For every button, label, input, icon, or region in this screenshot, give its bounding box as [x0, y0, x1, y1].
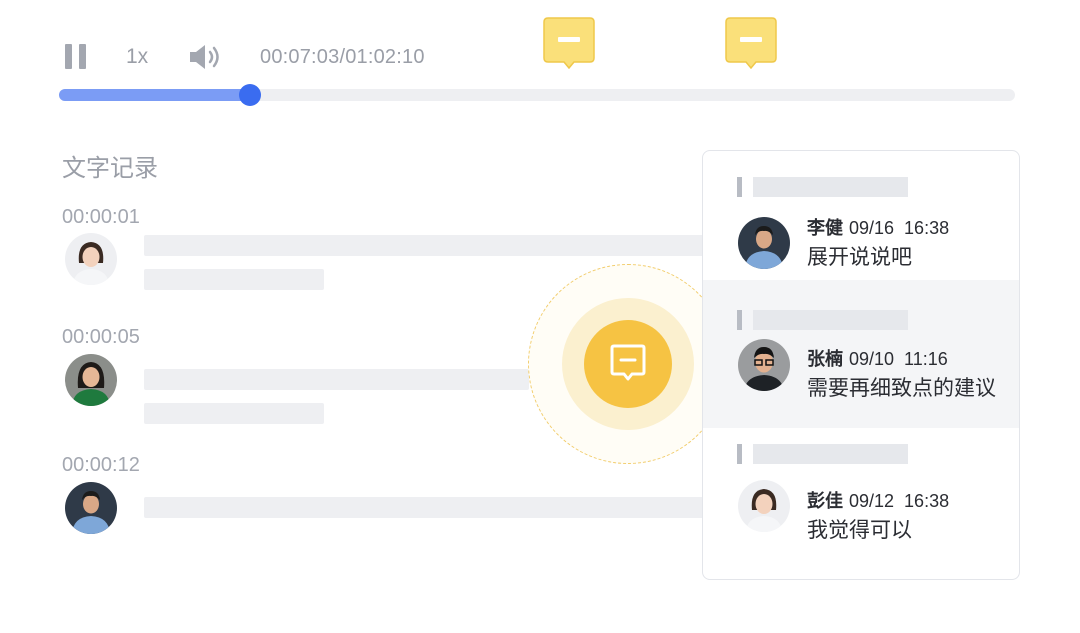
comment-author: 李健 — [807, 218, 843, 238]
progress-track[interactable] — [59, 89, 1015, 101]
transcript-line-placeholder — [144, 497, 704, 518]
avatar-woman-green-top — [65, 354, 117, 406]
comment-author: 彭佳 — [807, 491, 843, 511]
pause-button[interactable] — [64, 44, 88, 70]
entry-timestamp[interactable]: 00:00:12 — [62, 454, 140, 477]
comment-text: 需要再细致点的建议 — [807, 377, 996, 400]
transcript-line-placeholder — [144, 269, 324, 290]
progress-knob[interactable] — [239, 84, 261, 106]
avatar — [738, 339, 790, 391]
comment-time: 16:38 — [904, 491, 950, 511]
comment-text: 展开说说吧 — [807, 246, 912, 269]
avatar — [738, 217, 790, 269]
comment-meta: 李健 09/16 16:38 — [807, 214, 959, 240]
audio-transcript-app: 1x 00:07:03/01:02:10 文字记录 00:00:01 00:00… — [0, 0, 1080, 633]
comment-marker[interactable] — [725, 17, 777, 70]
comment-date: 09/12 — [849, 491, 895, 511]
add-comment-button[interactable] — [584, 320, 672, 408]
comment-item[interactable]: 彭佳 09/12 16:38 我觉得可以 — [703, 428, 1019, 576]
comments-panel: 李健09/1616:38 展开说说吧 张楠09/1011:16 需要再细 — [702, 150, 1020, 580]
comment-time: 16:38 — [904, 218, 950, 238]
section-title: 文字记录 — [62, 155, 158, 182]
quote-bar — [737, 310, 742, 330]
volume-icon — [190, 45, 219, 69]
comment-meta: 彭佳 09/12 16:38 — [807, 487, 959, 513]
quote-bar — [737, 444, 742, 464]
comment-meta: 张楠 09/10 11:16 — [807, 345, 958, 371]
avatar-man-blue-shirt — [65, 482, 117, 534]
quote-bar — [737, 177, 742, 197]
quoted-text-placeholder — [753, 177, 908, 197]
quoted-text-placeholder — [753, 444, 908, 464]
transcript-line-placeholder — [144, 403, 324, 424]
comment-marker[interactable] — [543, 17, 595, 70]
transcript-line-placeholder — [144, 235, 704, 256]
volume-button[interactable] — [189, 42, 225, 72]
comment-date: 09/10 — [849, 349, 895, 369]
quoted-text-placeholder — [753, 310, 908, 330]
avatar-woman-white-shirt — [65, 233, 117, 285]
entry-timestamp[interactable]: 00:00:01 — [62, 206, 140, 229]
comment-item[interactable]: 张楠 09/10 11:16 需要再细致点的建议 — [703, 280, 1019, 428]
comment-marker-icon — [543, 17, 595, 70]
comment-item[interactable]: 李健 09/16 16:38 展开说说吧 — [703, 151, 1019, 299]
entry-timestamp[interactable]: 00:00:05 — [62, 326, 140, 349]
pause-icon — [65, 44, 72, 69]
comment-text: 我觉得可以 — [807, 519, 912, 542]
progress-fill — [59, 89, 250, 101]
playback-speed-button[interactable]: 1x — [126, 45, 148, 69]
comment-icon — [610, 344, 646, 381]
comment-author: 张楠 — [807, 349, 843, 369]
comment-date: 09/16 — [849, 218, 895, 238]
avatar — [738, 480, 790, 532]
comment-marker-icon — [725, 17, 777, 70]
time-display: 00:07:03/01:02:10 — [260, 46, 425, 68]
comment-time: 11:16 — [904, 349, 948, 369]
transcript-line-placeholder — [144, 369, 529, 390]
